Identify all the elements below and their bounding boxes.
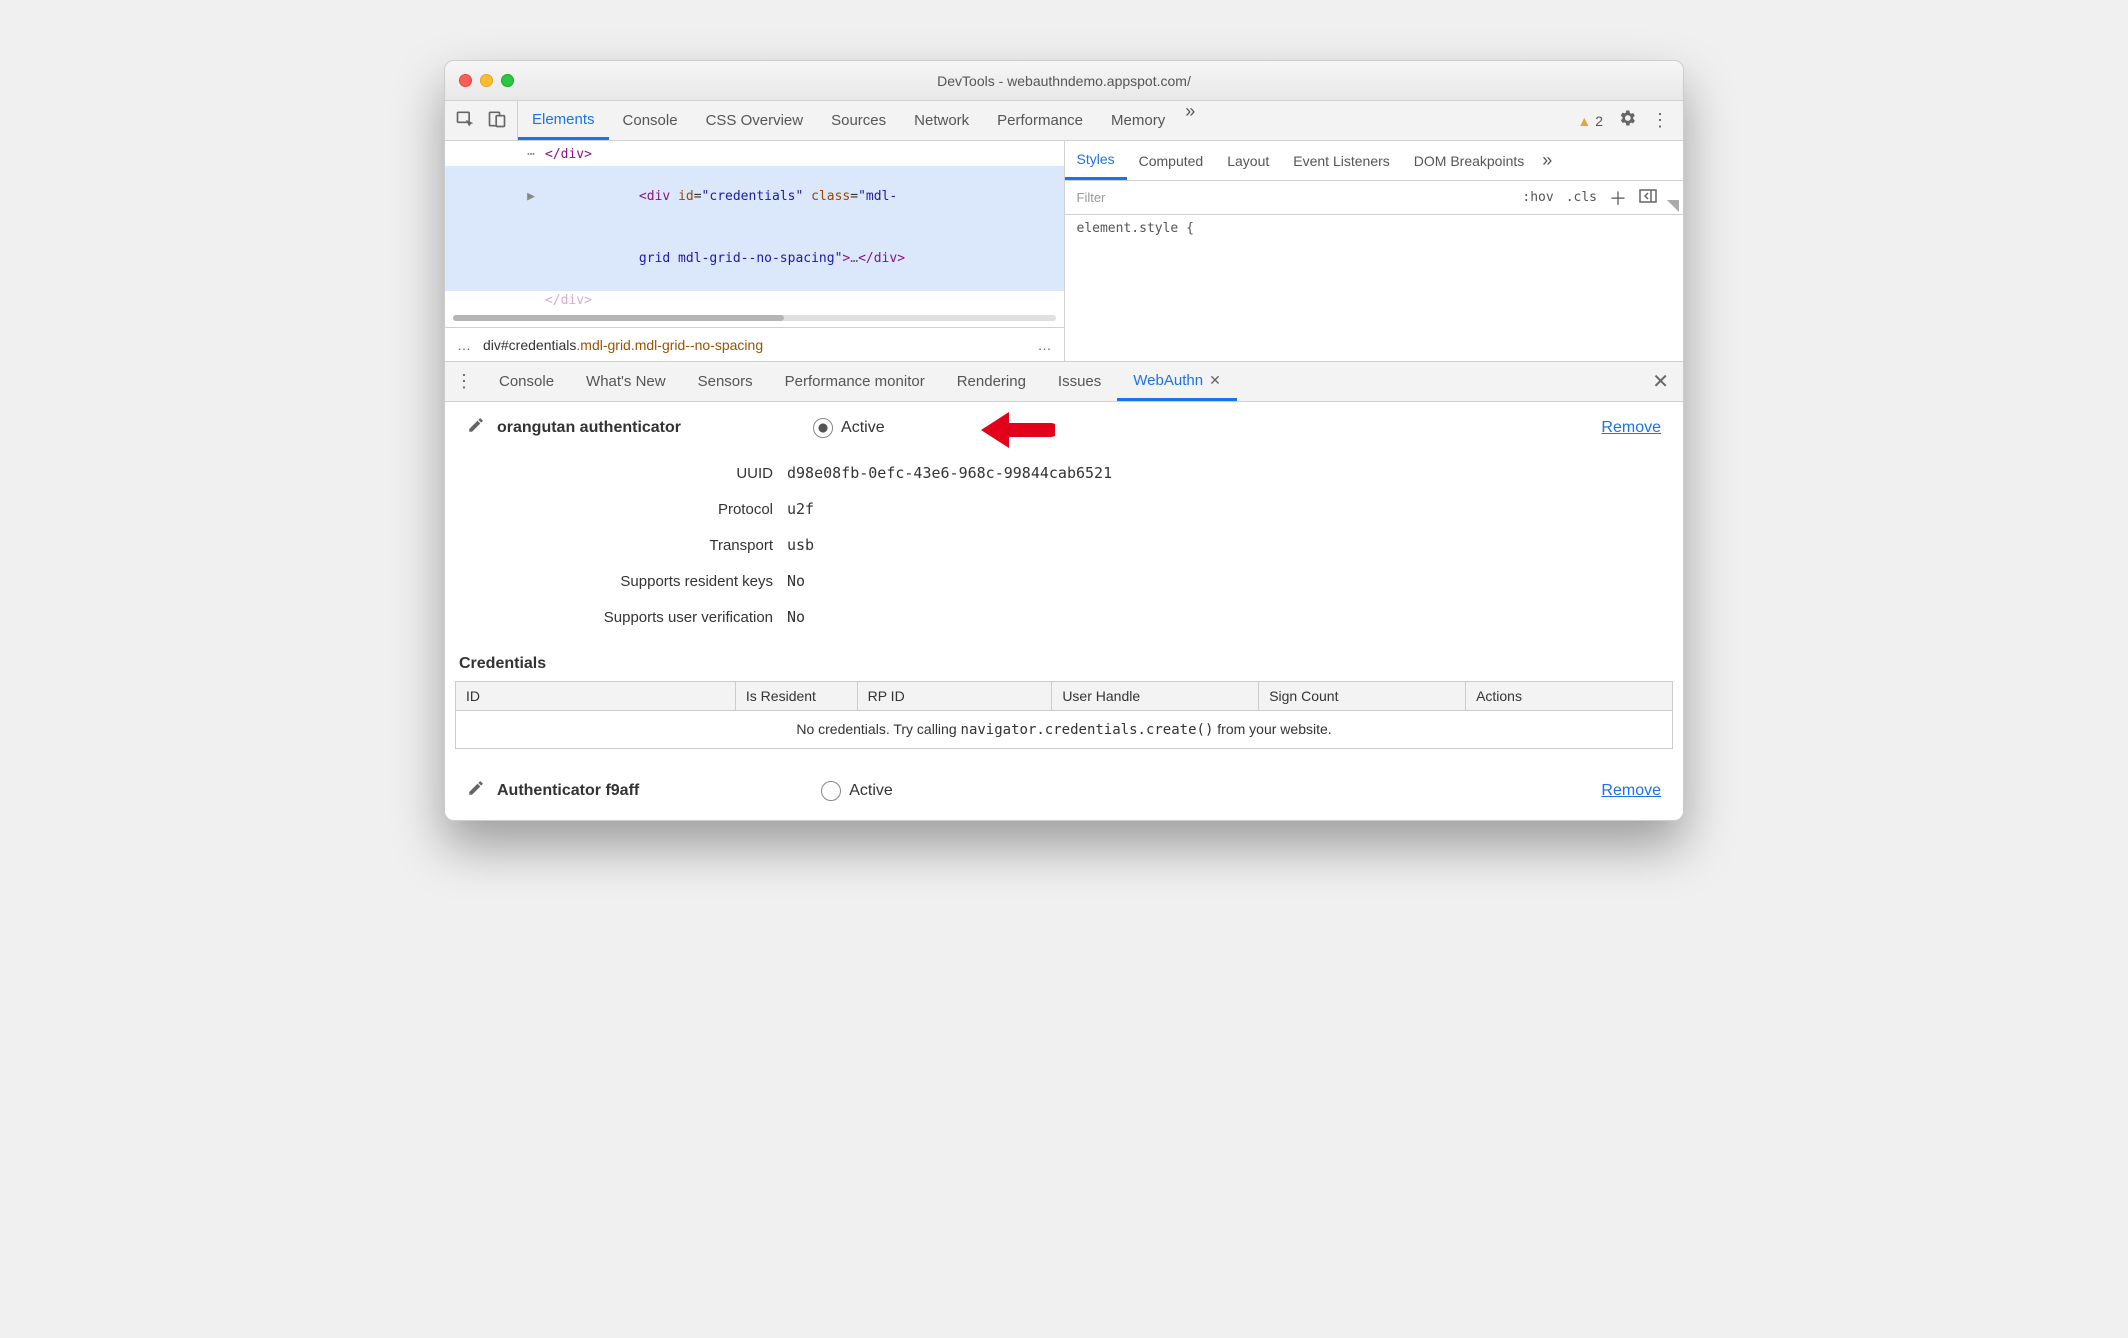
col-resident: Is Resident <box>735 682 857 711</box>
warning-count: 2 <box>1595 113 1603 129</box>
credentials-empty: No credentials. Try calling navigator.cr… <box>456 711 1673 749</box>
inspect-icon[interactable] <box>455 109 475 132</box>
col-sign-count: Sign Count <box>1259 682 1466 711</box>
credentials-heading: Credentials <box>455 655 1673 681</box>
stab-event-listeners[interactable]: Event Listeners <box>1281 141 1402 180</box>
credentials-section: Credentials ID Is Resident RP ID User Ha… <box>445 655 1683 769</box>
tab-console[interactable]: Console <box>609 101 692 140</box>
cls-toggle[interactable]: .cls <box>1566 190 1597 205</box>
dom-tree-pane: ⋯</div> ▶ <div id="credentials" class="m… <box>445 141 1065 361</box>
device-toggle-icon[interactable] <box>487 109 507 132</box>
remove-link[interactable]: Remove <box>1601 419 1661 437</box>
kebab-menu-icon[interactable]: ⋮ <box>1651 110 1669 131</box>
styles-tabs-overflow[interactable]: » <box>1536 150 1558 171</box>
webauthn-panel: orangutan authenticator Active Remove UU… <box>445 402 1683 820</box>
elements-body: ⋯</div> ▶ <div id="credentials" class="m… <box>445 141 1683 362</box>
warning-icon: ▲ <box>1577 113 1591 129</box>
edit-icon[interactable] <box>467 779 485 802</box>
styles-filter-input[interactable] <box>1065 181 1513 214</box>
window-title: DevTools - webauthndemo.appspot.com/ <box>445 73 1683 89</box>
drawer-tab-console[interactable]: Console <box>483 362 570 401</box>
tab-network[interactable]: Network <box>900 101 983 140</box>
drawer-tab-rendering[interactable]: Rendering <box>941 362 1042 401</box>
col-rpid: RP ID <box>857 682 1052 711</box>
styles-tabs: Styles Computed Layout Event Listeners D… <box>1065 141 1684 181</box>
window-close-button[interactable] <box>459 74 472 87</box>
close-tab-icon[interactable]: ✕ <box>1209 372 1221 389</box>
stab-computed[interactable]: Computed <box>1127 141 1216 180</box>
tab-elements[interactable]: Elements <box>518 101 609 140</box>
tab-css-overview[interactable]: CSS Overview <box>692 101 818 140</box>
styles-pane: Styles Computed Layout Event Listeners D… <box>1065 141 1684 361</box>
active-radio-2[interactable]: Active <box>821 781 893 801</box>
drawer-tab-whats-new[interactable]: What's New <box>570 362 682 401</box>
drawer-tab-issues[interactable]: Issues <box>1042 362 1117 401</box>
col-actions: Actions <box>1466 682 1673 711</box>
devtools-window: DevTools - webauthndemo.appspot.com/ Ele… <box>444 60 1684 821</box>
tab-memory[interactable]: Memory <box>1097 101 1179 140</box>
main-tabs: Elements Console CSS Overview Sources Ne… <box>518 101 1563 140</box>
element-style-block[interactable]: element.style { <box>1065 215 1684 242</box>
titlebar: DevTools - webauthndemo.appspot.com/ <box>445 61 1683 101</box>
edit-icon[interactable] <box>467 416 485 439</box>
expand-icon[interactable]: ▶ <box>527 189 535 204</box>
stab-styles[interactable]: Styles <box>1065 141 1127 180</box>
radio-icon <box>821 781 841 801</box>
dom-tree[interactable]: ⋯</div> ▶ <div id="credentials" class="m… <box>445 141 1064 315</box>
drawer-tab-sensors[interactable]: Sensors <box>682 362 769 401</box>
tabs-overflow[interactable]: » <box>1179 101 1201 140</box>
hov-toggle[interactable]: :hov <box>1522 190 1553 205</box>
authenticator-details: UUIDd98e08fb-0efc-43e6-968c-99844cab6521… <box>445 445 1683 655</box>
toggle-sidebar-icon[interactable] <box>1639 187 1657 208</box>
credentials-table: ID Is Resident RP ID User Handle Sign Co… <box>455 681 1673 749</box>
stab-dom-breakpoints[interactable]: DOM Breakpoints <box>1402 141 1536 180</box>
remove-link-2[interactable]: Remove <box>1601 782 1661 800</box>
warnings-badge[interactable]: ▲ 2 <box>1577 113 1603 129</box>
drawer-close-icon[interactable]: ✕ <box>1638 369 1683 394</box>
authenticator-name-2: Authenticator f9aff <box>497 782 639 800</box>
col-id: ID <box>456 682 736 711</box>
radio-icon <box>813 418 833 438</box>
drawer-tabs: ⋮ Console What's New Sensors Performance… <box>445 362 1683 402</box>
new-style-rule-icon[interactable]: ＋ <box>1609 185 1627 211</box>
main-toolbar: Elements Console CSS Overview Sources Ne… <box>445 101 1683 141</box>
tab-performance[interactable]: Performance <box>983 101 1097 140</box>
breadcrumb[interactable]: … div#credentials.mdl-grid.mdl-grid--no-… <box>445 327 1064 361</box>
drawer-tab-webauthn[interactable]: WebAuthn ✕ <box>1117 362 1237 401</box>
col-user-handle: User Handle <box>1052 682 1259 711</box>
traffic-lights <box>445 74 514 87</box>
tab-sources[interactable]: Sources <box>817 101 900 140</box>
active-radio[interactable]: Active <box>813 418 885 438</box>
horizontal-scrollbar[interactable] <box>453 315 1056 321</box>
drawer-menu-icon[interactable]: ⋮ <box>445 371 483 392</box>
authenticator-name: orangutan authenticator <box>497 419 681 437</box>
window-zoom-button[interactable] <box>501 74 514 87</box>
authenticator-header: orangutan authenticator Active Remove <box>445 402 1683 445</box>
drawer-tab-perf-monitor[interactable]: Performance monitor <box>769 362 941 401</box>
resize-handle[interactable] <box>1667 200 1679 212</box>
stab-layout[interactable]: Layout <box>1215 141 1281 180</box>
window-minimize-button[interactable] <box>480 74 493 87</box>
settings-icon[interactable] <box>1617 108 1637 133</box>
authenticator-header-2: Authenticator f9aff Active Remove <box>445 769 1683 820</box>
